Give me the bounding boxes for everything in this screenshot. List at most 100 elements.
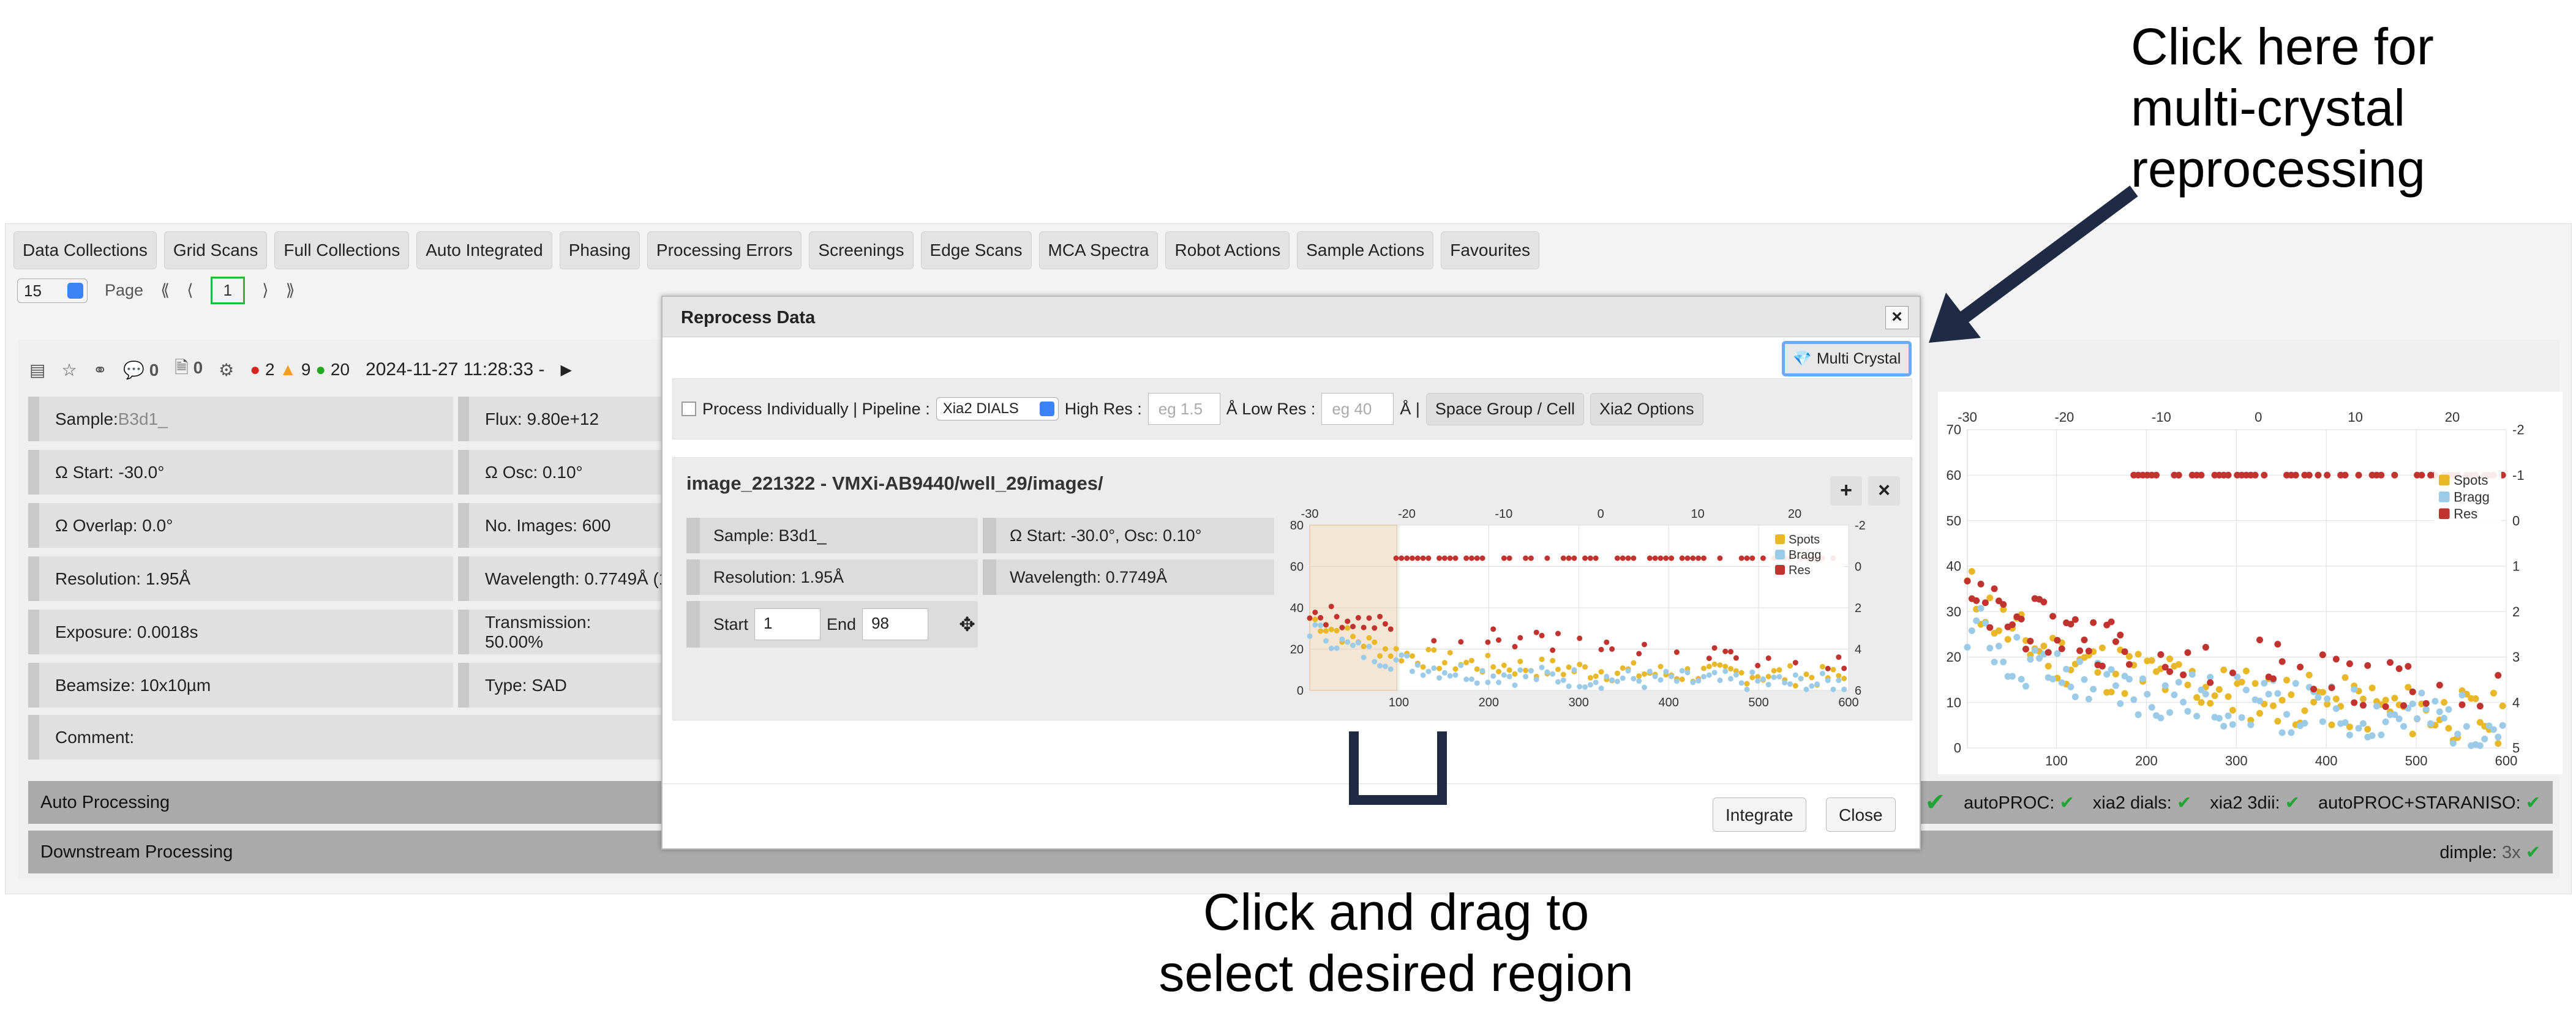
data-point-bragg	[2346, 731, 2353, 739]
multi-crystal-button[interactable]: 💎 Multi Crystal	[1782, 341, 1912, 376]
data-point-bragg	[2490, 726, 2497, 733]
sample-value[interactable]: B3d1_	[118, 409, 168, 429]
data-point-bragg	[2144, 690, 2151, 698]
space-group-button[interactable]: Space Group / Cell	[1425, 392, 1584, 425]
data-point-res	[2341, 471, 2349, 479]
pipeline-select[interactable]: Xia2 DIALS	[936, 397, 1059, 420]
data-point-res	[1496, 637, 1502, 643]
close-button[interactable]: Close	[1826, 798, 1896, 832]
tab-grid-scans[interactable]: Grid Scans	[163, 231, 268, 269]
data-point-res	[1539, 632, 1545, 638]
tab-mca-spectra[interactable]: MCA Spectra	[1038, 231, 1158, 269]
error-count: 2	[265, 360, 275, 379]
data-point-res	[1722, 648, 1729, 654]
tab-full-collections[interactable]: Full Collections	[274, 231, 410, 269]
book-icon[interactable]: ▤	[29, 360, 45, 380]
data-point-spots	[2220, 667, 2228, 674]
main-chart-area[interactable]: 0 10 20 30 40 50 60 70 -2 -1 0 1 2 3 4 5 100 200 300 400 500…	[1938, 392, 2563, 774]
last-page-button[interactable]: ⟫	[286, 281, 295, 300]
data-point-res	[1738, 555, 1744, 561]
data-point-spots	[1809, 674, 1815, 681]
data-point-res	[2364, 662, 2371, 669]
data-point-bragg	[1452, 672, 1459, 678]
main-chart[interactable]: 010203040506070 -2-1012345100 200 300 400 500…	[1938, 392, 2563, 774]
data-point-res	[2409, 688, 2416, 695]
data-point-res	[1528, 555, 1534, 561]
move-icon[interactable]: ✥	[959, 613, 975, 636]
tab-robot-actions[interactable]: Robot Actions	[1165, 231, 1290, 269]
gear-icon[interactable]: ⚙	[219, 360, 234, 380]
data-point-res	[1485, 639, 1491, 645]
y2-tick-label: 4	[1855, 643, 1861, 657]
data-point-bragg	[2148, 704, 2155, 711]
process-individually-checkbox[interactable]	[682, 402, 696, 416]
expand-arrow-icon[interactable]: ▶	[561, 361, 572, 379]
tab-phasing[interactable]: Phasing	[559, 231, 640, 269]
angstrom-unit: Å |	[1400, 399, 1420, 418]
per-page-select[interactable]: 15	[17, 278, 88, 303]
comment-cell[interactable]: Comment:	[28, 715, 665, 760]
tab-processing-errors[interactable]: Processing Errors	[647, 231, 802, 269]
data-point-bragg	[1744, 686, 1750, 692]
data-point-spots	[1361, 643, 1367, 649]
resolution-cell: Resolution: 1.95Å	[28, 556, 453, 601]
low-res-input[interactable]: eg 40	[1321, 393, 1394, 425]
data-point-spots	[1350, 633, 1356, 640]
dimple-item[interactable]: dimple: 3x ✔	[2439, 842, 2540, 863]
data-point-res	[2071, 616, 2079, 623]
data-point-bragg	[1501, 672, 1507, 678]
autoproc-staraniso-item[interactable]: autoPROC+STARANISO: ✔	[2318, 792, 2540, 813]
files-icon[interactable]: 🗎 0	[175, 355, 203, 384]
data-point-bragg	[2341, 719, 2349, 726]
high-res-input[interactable]: eg 1.5	[1147, 393, 1220, 425]
prev-page-button[interactable]: ⟨	[187, 281, 193, 300]
integrate-button[interactable]: Integrate	[1713, 798, 1806, 832]
remove-icon[interactable]: ×	[1868, 476, 1900, 506]
tab-data-collections[interactable]: Data Collections	[13, 231, 157, 269]
first-page-button[interactable]: ⟪	[160, 281, 170, 300]
check-icon: ✔	[1924, 789, 1946, 816]
data-point-bragg	[1388, 666, 1394, 672]
current-page[interactable]: 1	[210, 277, 246, 304]
tab-screenings[interactable]: Screenings	[809, 231, 914, 269]
xia2-3dii-label: xia2 3dii:	[2210, 793, 2280, 813]
next-page-button[interactable]: ⟩	[262, 281, 269, 300]
exposure-cell: Exposure: 0.0018s	[28, 610, 453, 654]
add-icon[interactable]: +	[1830, 476, 1862, 506]
end-input[interactable]: 98	[862, 608, 929, 640]
data-point-bragg	[1366, 643, 1372, 649]
status-counts[interactable]: ● 2 ▲ 9 ● 20	[250, 360, 350, 379]
data-point-res	[2378, 471, 2385, 479]
data-point-res	[2207, 679, 2214, 686]
dc-chart-area[interactable]: 0 20 40 60 80 -2 0 2 4 6 100 200 300 400 500 600 -30 -20-…	[1285, 507, 1898, 715]
annotation-line: Click here for	[2131, 18, 2434, 75]
dc-chart[interactable]: 020406080 -20246100 200 300 400 500 600-30 -20-…	[1285, 507, 1898, 715]
data-point-spots	[1328, 626, 1334, 632]
data-point-res	[1339, 624, 1345, 630]
xia2-3dii-item[interactable]: xia2 3dii: ✔	[2210, 792, 2300, 813]
xia2-options-button[interactable]: Xia2 Options	[1590, 392, 1703, 425]
data-point-spots	[1968, 568, 1975, 575]
data-point-spots	[1512, 671, 1518, 677]
star-icon[interactable]: ☆	[61, 360, 77, 380]
tab-sample-actions[interactable]: Sample Actions	[1297, 231, 1434, 269]
data-point-bragg	[2454, 730, 2461, 738]
y-tick-label: 20	[1290, 643, 1304, 657]
tab-edge-scans[interactable]: Edge Scans	[920, 231, 1032, 269]
x-tick-label: 100	[2045, 753, 2068, 769]
start-input[interactable]: 1	[754, 608, 821, 640]
link-icon[interactable]: ⚭	[93, 360, 107, 380]
tab-favourites[interactable]: Favourites	[1441, 231, 1539, 269]
data-point-res	[1582, 555, 1588, 561]
tab-auto-integrated[interactable]: Auto Integrated	[416, 231, 552, 269]
data-point-res	[2269, 675, 2277, 682]
xia2-dials-item[interactable]: xia2 dials: ✔	[2093, 792, 2191, 813]
modal-close-icon[interactable]: ×	[1885, 306, 1909, 329]
autoproc-item[interactable]: autoPROC: ✔	[1964, 792, 2075, 813]
data-point-res	[1973, 597, 1980, 604]
data-point-res	[1372, 625, 1378, 631]
comments-icon[interactable]: 💬 0	[123, 360, 159, 380]
x-tick-label: 100	[1389, 696, 1409, 709]
pipeline-value: Xia2 DIALS	[942, 400, 1019, 417]
data-point-bragg	[1577, 684, 1583, 690]
